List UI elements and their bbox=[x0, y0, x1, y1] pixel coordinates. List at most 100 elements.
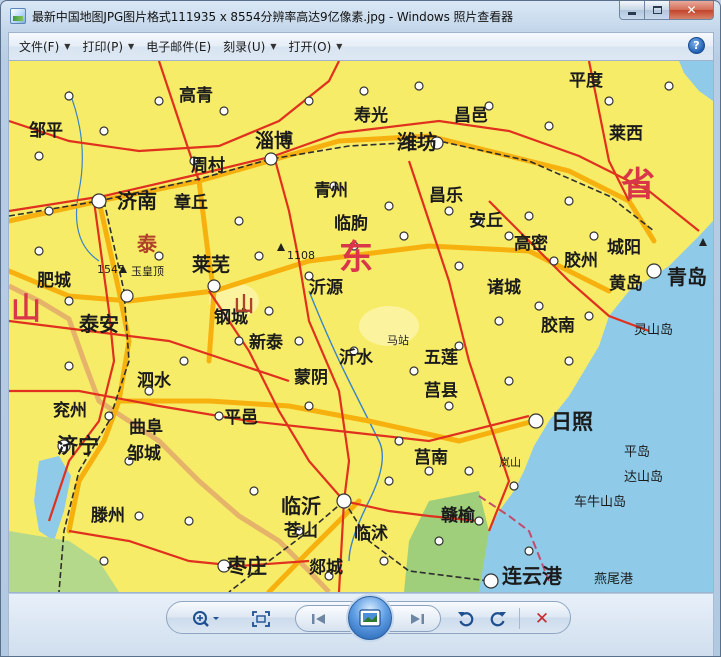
rotate-ccw-icon bbox=[458, 611, 474, 626]
photo-viewer-app-icon[interactable] bbox=[10, 8, 26, 24]
province-char-sheng: 省 bbox=[621, 165, 655, 205]
china-map-image: 济南 章丘 淄博 潍坊 周村 青州 临朐 昌乐 安丘 高密 胶州 城阳 青岛 黄… bbox=[9, 61, 713, 592]
map-label-zibo: 淄博 bbox=[255, 129, 293, 152]
map-label-pingyi: 平邑 bbox=[224, 408, 258, 428]
map-label-qufu: 曲阜 bbox=[129, 417, 163, 438]
title-bar[interactable]: 最新中国地图JPG图片格式111935 x 8554分辨率高达9亿像素.jpg … bbox=[1, 1, 720, 31]
mountain-label-shan: 山 bbox=[234, 292, 254, 316]
menu-bar: 文件(F) ▼ 打印(P) ▼ 电子邮件(E) 刻录(U) ▼ 打开(O) ▼ … bbox=[8, 32, 714, 60]
map-label-junan: 莒南 bbox=[414, 447, 448, 468]
menu-file-label: 文件(F) bbox=[19, 40, 60, 54]
menu-email[interactable]: 电子邮件(E) bbox=[140, 36, 217, 58]
map-label-weifang: 潍坊 bbox=[397, 130, 437, 154]
previous-button[interactable] bbox=[307, 607, 331, 630]
mountain-label-tai: 泰 bbox=[136, 232, 158, 256]
map-label-yishui: 沂水 bbox=[339, 347, 374, 368]
map-label-wulian: 五莲 bbox=[424, 348, 458, 368]
map-label-pingdu: 平度 bbox=[569, 70, 604, 91]
map-label-rizhao: 日照 bbox=[551, 410, 593, 434]
delete-button[interactable]: ✕ bbox=[531, 607, 553, 630]
island-label-dashan: 达山岛 bbox=[624, 469, 663, 485]
map-label-zouping: 邹平 bbox=[29, 120, 63, 141]
map-label-laiwu: 莱芜 bbox=[192, 253, 230, 276]
zoom-button[interactable] bbox=[191, 607, 223, 630]
map-label-lanshan: 岚山 bbox=[499, 456, 521, 469]
minimize-button[interactable] bbox=[619, 1, 645, 20]
chevron-down-icon: ▼ bbox=[128, 42, 135, 51]
close-button[interactable]: ✕ bbox=[670, 1, 714, 20]
close-icon: ✕ bbox=[686, 3, 697, 17]
map-label-chengyang: 城阳 bbox=[607, 238, 641, 258]
island-label-pingdao: 平岛 bbox=[624, 444, 650, 460]
maximize-icon bbox=[652, 6, 662, 14]
minimize-icon bbox=[628, 11, 636, 15]
next-button[interactable] bbox=[405, 607, 429, 630]
image-viewport[interactable]: 济南 章丘 淄博 潍坊 周村 青州 临朐 昌乐 安丘 高密 胶州 城阳 青岛 黄… bbox=[8, 60, 714, 593]
map-label-taian: 泰安 bbox=[78, 312, 119, 336]
rotate-cw-icon bbox=[490, 611, 506, 626]
chevron-down-icon: ▼ bbox=[64, 42, 71, 51]
menu-open[interactable]: 打开(O) ▼ bbox=[282, 36, 348, 58]
viewer-controls: ✕ bbox=[166, 596, 571, 640]
photo-viewer-window: 最新中国地图JPG图片格式111935 x 8554分辨率高达9亿像素.jpg … bbox=[0, 0, 721, 657]
map-label-linyi: 临沂 bbox=[281, 494, 321, 518]
toolbar-separator bbox=[519, 608, 520, 629]
map-label-jining: 济宁 bbox=[57, 434, 99, 458]
province-char-dong: 东 bbox=[339, 238, 373, 278]
maximize-button[interactable] bbox=[645, 1, 670, 20]
map-label-zoucheng: 邹城 bbox=[127, 443, 161, 464]
map-label-jiaozhou: 胶州 bbox=[564, 250, 598, 271]
menu-burn-label: 刻录(U) bbox=[223, 40, 266, 54]
map-label-cangshan: 苍山 bbox=[283, 520, 318, 541]
map-label-zaozhuang: 枣庄 bbox=[226, 554, 267, 578]
menu-print-label: 打印(P) bbox=[82, 40, 124, 54]
map-label-yiyuan: 沂源 bbox=[309, 277, 343, 298]
menu-email-label: 电子邮件(E) bbox=[146, 40, 212, 54]
help-button[interactable]: ? bbox=[688, 37, 705, 54]
map-label-changyi: 昌邑 bbox=[454, 106, 488, 126]
map-label-linqu: 临朐 bbox=[334, 213, 368, 234]
menu-open-label: 打开(O) bbox=[288, 40, 332, 54]
map-label-laixi: 莱西 bbox=[609, 124, 643, 144]
map-label-feicheng: 肥城 bbox=[37, 271, 71, 291]
map-label-zhoucun: 周村 bbox=[191, 155, 225, 176]
map-label-changle: 昌乐 bbox=[429, 186, 463, 206]
map-label-huangdao: 黄岛 bbox=[609, 273, 643, 294]
peak-name-yuhuangding: 玉皇顶 bbox=[131, 264, 164, 278]
map-label-jiaonan: 胶南 bbox=[541, 315, 575, 336]
menu-file[interactable]: 文件(F) ▼ bbox=[13, 36, 76, 58]
delete-icon: ✕ bbox=[534, 608, 550, 629]
previous-icon bbox=[312, 613, 325, 624]
map-label-gaomi: 高密 bbox=[514, 233, 548, 254]
chevron-down-icon: ▼ bbox=[336, 42, 343, 51]
map-label-lianyungang: 连云港 bbox=[502, 564, 563, 588]
map-label-mapu: 马站 bbox=[387, 333, 409, 347]
peak-height-1545: 1545 bbox=[97, 263, 125, 276]
chevron-down-icon: ▼ bbox=[270, 42, 277, 51]
menu-print[interactable]: 打印(P) ▼ bbox=[76, 36, 140, 58]
island-label-cheniu: 车牛山岛 bbox=[574, 494, 626, 510]
map-label-anqiu: 安丘 bbox=[469, 210, 503, 231]
map-label-linshu: 临沭 bbox=[354, 523, 388, 544]
map-label-zhangqiu: 章丘 bbox=[174, 192, 208, 213]
map-label-sishui: 泗水 bbox=[137, 370, 172, 391]
map-label-zhucheng: 诸城 bbox=[487, 277, 521, 298]
actual-size-button[interactable] bbox=[249, 607, 273, 630]
slideshow-icon bbox=[359, 609, 381, 627]
map-label-tancheng: 郯城 bbox=[309, 557, 343, 578]
map-label-jinan: 济南 bbox=[117, 189, 157, 213]
map-label-tengzhou: 滕州 bbox=[91, 505, 125, 526]
slideshow-button[interactable] bbox=[348, 596, 392, 640]
menu-burn[interactable]: 刻录(U) ▼ bbox=[217, 36, 282, 58]
control-strip: ✕ bbox=[8, 594, 714, 656]
map-label-gaoqing: 高青 bbox=[179, 85, 213, 106]
rotate-right-button[interactable] bbox=[487, 607, 509, 630]
actual-size-icon bbox=[252, 610, 270, 627]
peak-height-1108: 1108 bbox=[287, 249, 315, 262]
port-label-yanwei: 燕尾港 bbox=[594, 572, 633, 587]
map-label-qingzhou: 青州 bbox=[314, 180, 348, 201]
rotate-left-button[interactable] bbox=[455, 607, 477, 630]
map-label-mengyin: 蒙阴 bbox=[294, 367, 328, 388]
island-label-lingshan: 灵山岛 bbox=[634, 322, 673, 338]
province-char-shan: 山 bbox=[11, 292, 41, 327]
